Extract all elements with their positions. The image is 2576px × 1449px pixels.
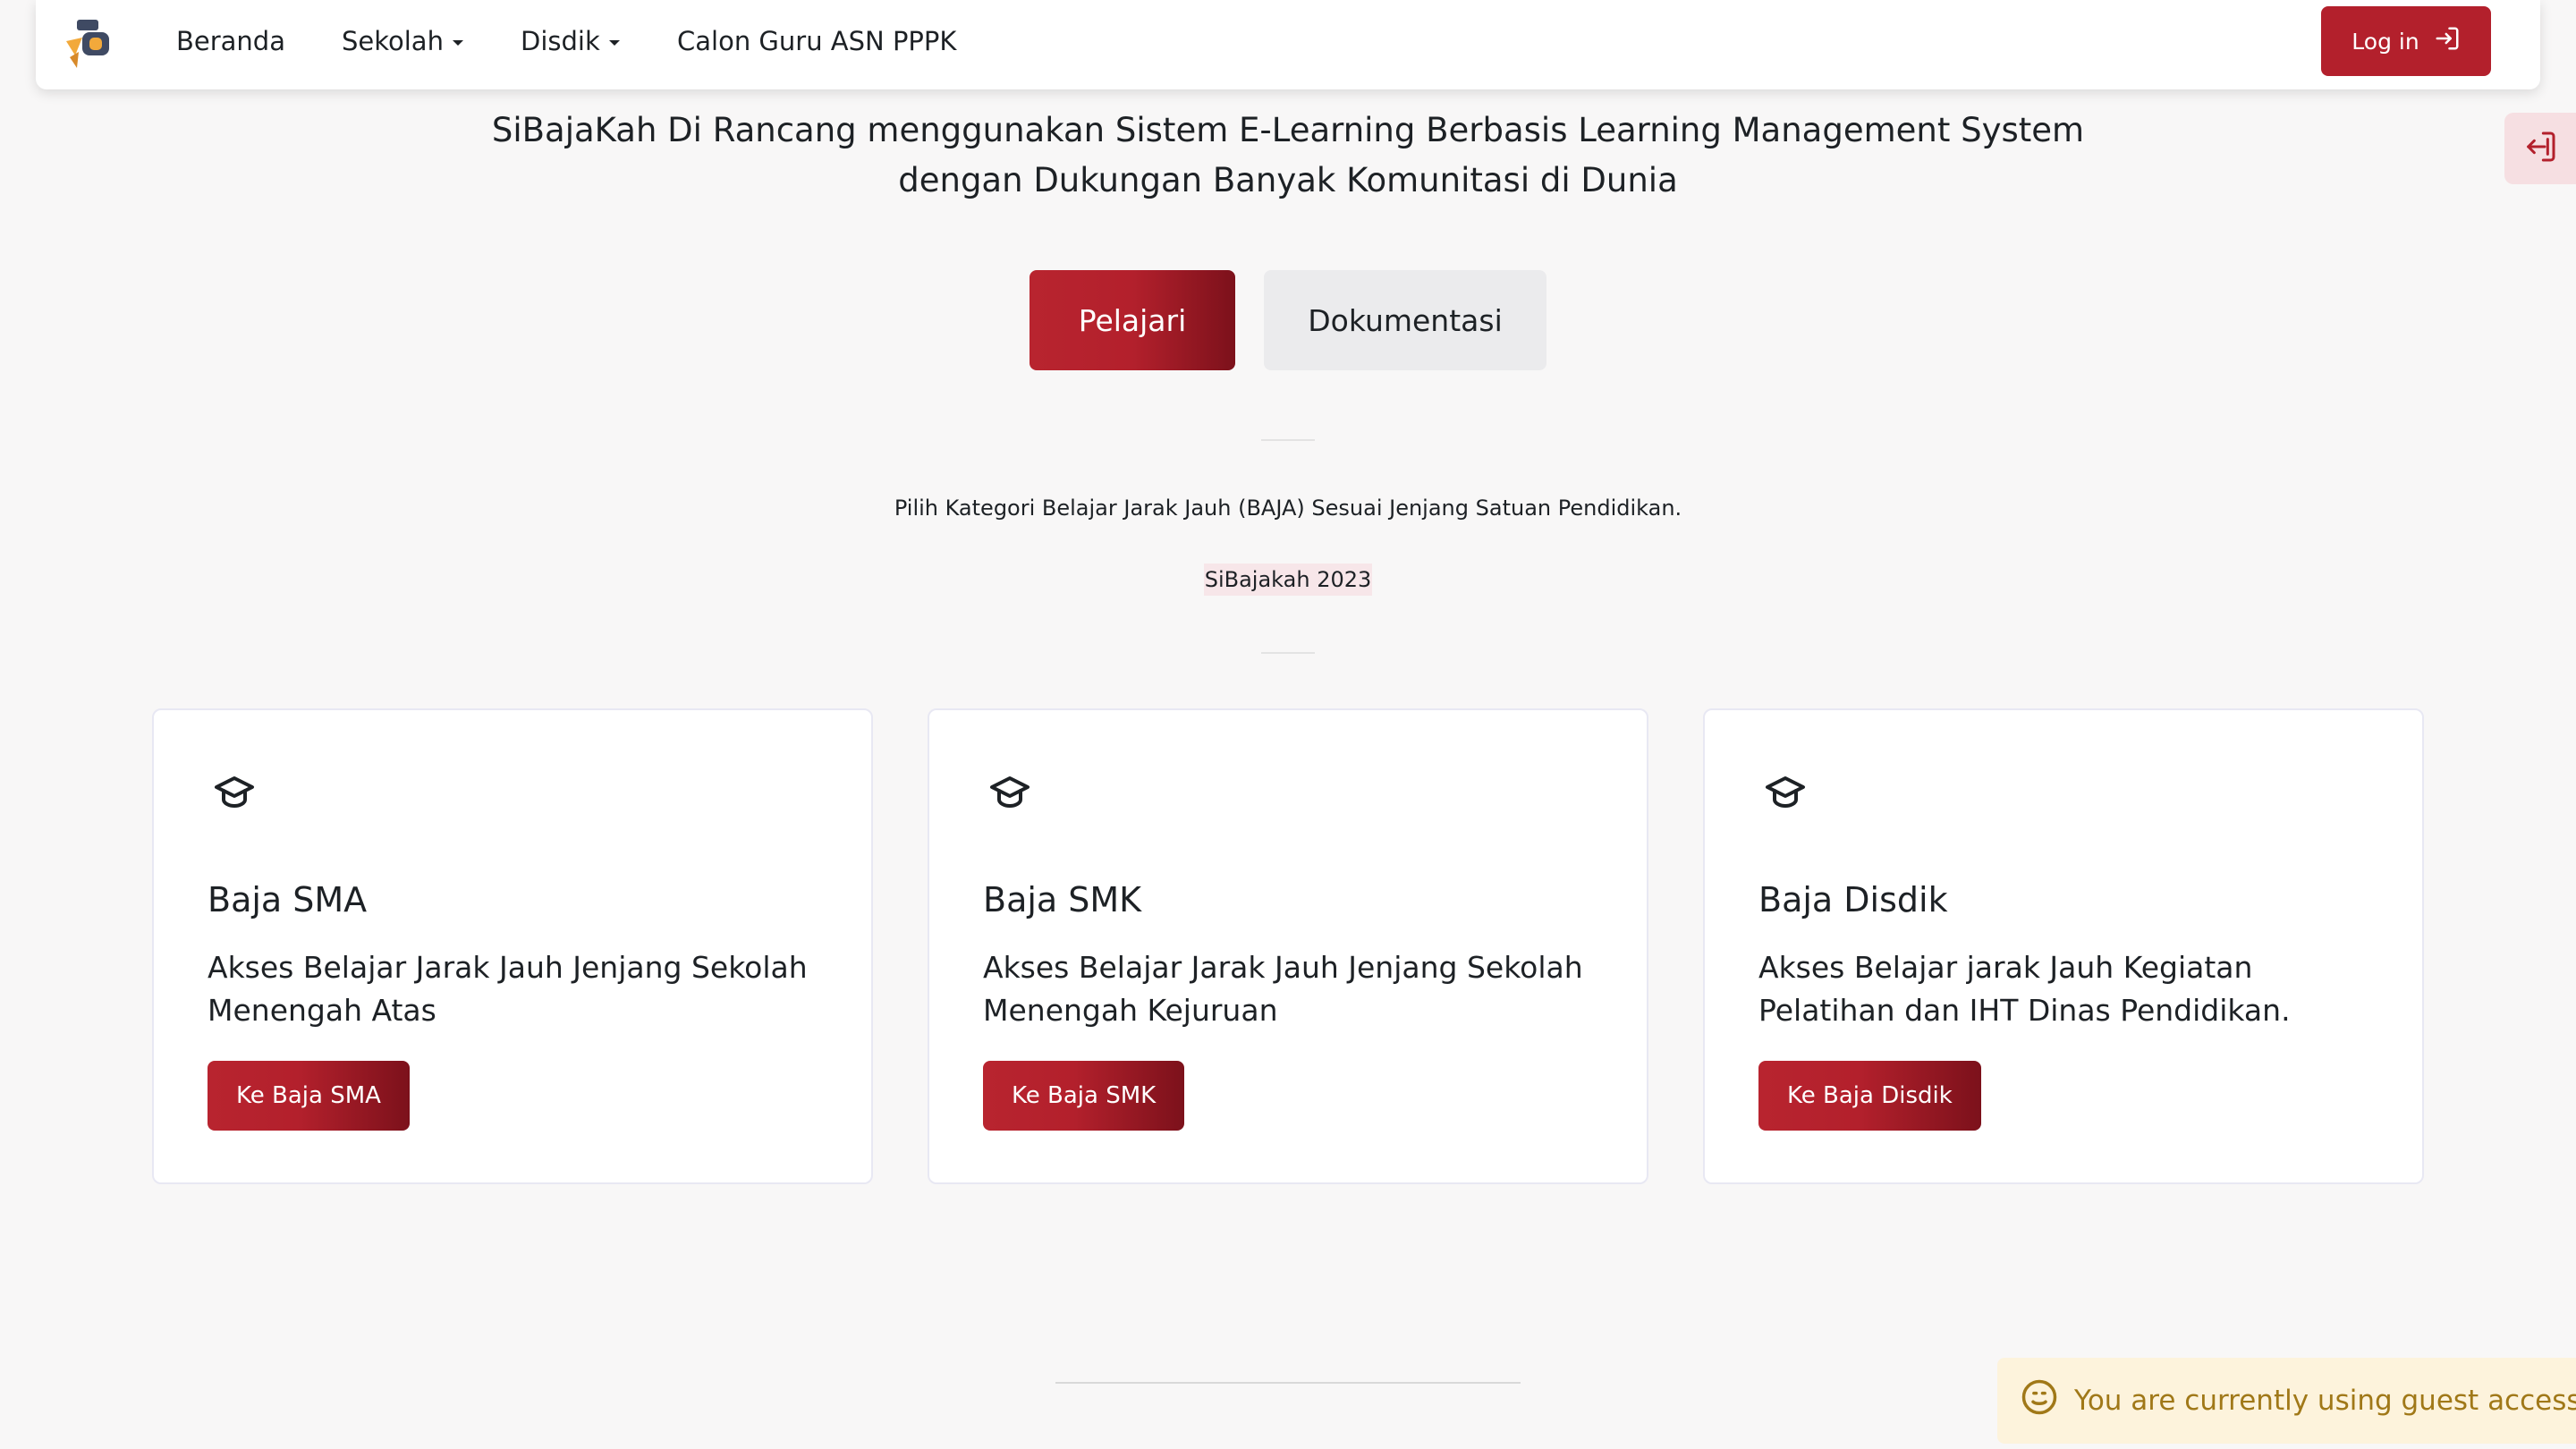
sign-in-icon <box>2434 25 2461 57</box>
pelajari-button[interactable]: Pelajari <box>1030 270 1235 370</box>
divider-top <box>1261 439 1315 441</box>
ke-baja-smk-button[interactable]: Ke Baja SMK <box>983 1061 1185 1131</box>
login-button[interactable]: Log in <box>2321 6 2491 76</box>
card-description: Akses Belajar jarak Jauh Kegiatan Pelati… <box>1758 950 2291 1028</box>
hero-description: SiBajaKah Di Rancang menggunakan Sistem … <box>491 111 2085 199</box>
nav-item-sekolah[interactable]: Sekolah <box>342 0 463 82</box>
graduation-cap-icon <box>213 771 256 814</box>
card-description: Akses Belajar Jarak Jauh Jenjang Sekolah… <box>983 950 1583 1028</box>
card-title: Baja SMA <box>208 880 368 919</box>
year-badge: SiBajakah 2023 <box>1204 564 1372 596</box>
card-baja-sma: Baja SMA Akses Belajar Jarak Jauh Jenjan… <box>152 708 873 1184</box>
divider-bottom <box>1261 652 1315 654</box>
chevron-down-icon <box>608 40 620 46</box>
graduation-cap-icon <box>988 771 1031 814</box>
card-title: Baja SMK <box>983 880 1142 919</box>
guest-access-notice: You are currently using guest access <box>1997 1358 2576 1444</box>
card-baja-disdik: Baja Disdik Akses Belajar jarak Jauh Keg… <box>1703 708 2424 1184</box>
nav-item-beranda[interactable]: Beranda <box>176 0 285 82</box>
category-subtitle: Pilih Kategori Belajar Jarak Jauh (BAJA)… <box>894 496 1682 521</box>
nav-item-disdik[interactable]: Disdik <box>521 0 620 82</box>
ke-baja-sma-button[interactable]: Ke Baja SMA <box>208 1061 410 1131</box>
footer-divider <box>1055 1382 1521 1384</box>
ke-baja-disdik-button[interactable]: Ke Baja Disdik <box>1758 1061 1981 1131</box>
smiley-icon <box>2021 1378 2058 1423</box>
chevron-down-icon <box>452 40 463 46</box>
site-logo[interactable] <box>63 14 123 70</box>
top-navbar: Beranda Sekolah Disdik Calon Guru ASN PP… <box>36 0 2540 89</box>
graduation-cap-icon <box>1764 771 1807 814</box>
dokumentasi-button[interactable]: Dokumentasi <box>1264 270 1546 370</box>
card-baja-smk: Baja SMK Akses Belajar Jarak Jauh Jenjan… <box>928 708 1648 1184</box>
card-title: Baja Disdik <box>1758 880 1948 919</box>
nav-item-calon-guru[interactable]: Calon Guru ASN PPPK <box>677 0 956 82</box>
card-description: Akses Belajar Jarak Jauh Jenjang Sekolah… <box>208 950 808 1028</box>
